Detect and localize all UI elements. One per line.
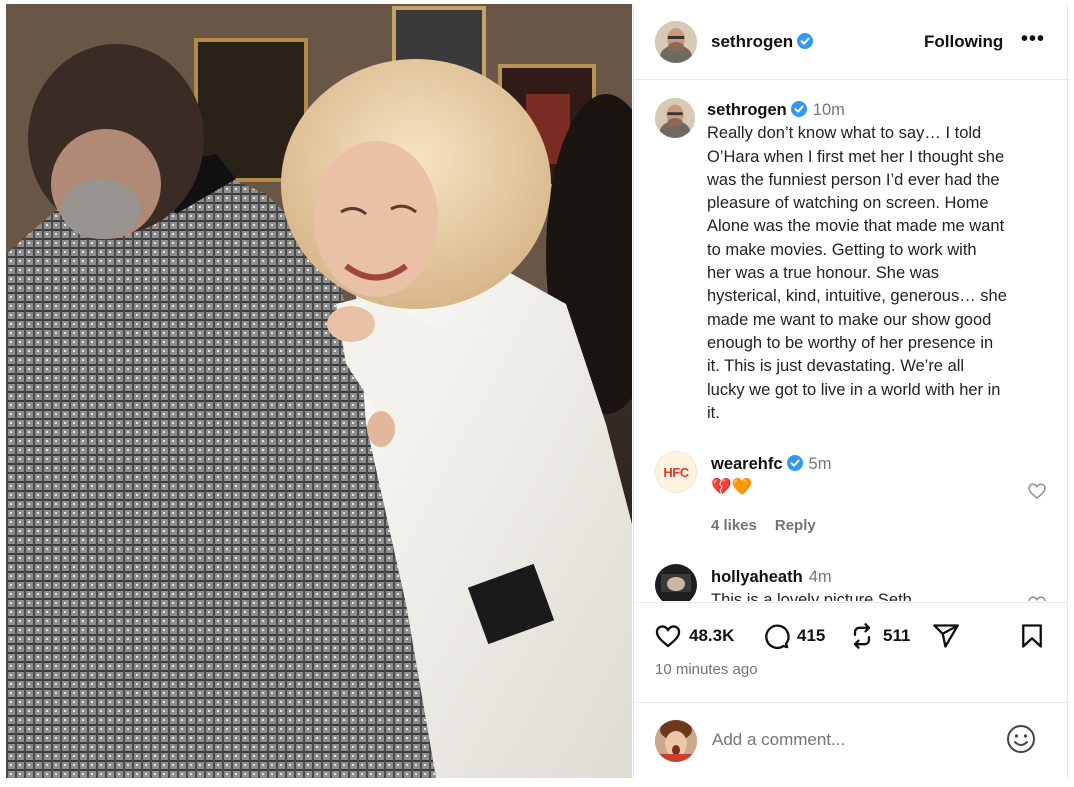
caption-time[interactable]: 10m: [813, 101, 845, 119]
comment-text: This is a lovely picture Seth: [711, 591, 912, 601]
more-icon[interactable]: •••: [1021, 28, 1045, 51]
add-comment-input[interactable]: [712, 730, 982, 750]
current-user-avatar: [655, 720, 697, 762]
post-caption: sethrogen 10m Really don’t know what to s…: [707, 99, 1052, 425]
share-button[interactable]: [932, 621, 967, 651]
comments-scroll-area[interactable]: sethrogen 10m Really don’t know what to s…: [634, 81, 1069, 601]
caption-author-avatar[interactable]: [655, 98, 695, 138]
like-button[interactable]: 48.3K: [654, 621, 734, 651]
commenter-username[interactable]: wearehfc: [711, 455, 783, 473]
commenter-avatar[interactable]: [655, 564, 697, 601]
emoji-icon[interactable]: [1005, 723, 1037, 755]
verified-badge-icon: [797, 33, 814, 49]
author-username[interactable]: sethrogen: [711, 32, 814, 52]
comment-likes-count[interactable]: 4 likes: [711, 517, 757, 534]
save-button[interactable]: [1018, 621, 1053, 651]
comment-time[interactable]: 5m: [809, 455, 832, 473]
verified-badge-icon: [786, 455, 803, 471]
commenter-username[interactable]: hollyaheath: [711, 568, 803, 586]
comment-like-heart-icon[interactable]: [1027, 481, 1047, 501]
post-header: sethrogen Following •••: [634, 4, 1069, 80]
comment-header: wearehfc 5m: [711, 455, 831, 474]
verified-badge-icon: [790, 101, 807, 117]
caption-text: Really don’t know what to say… I told O’…: [707, 124, 1007, 422]
comment-count: 415: [797, 626, 826, 645]
repost-button[interactable]: 511: [848, 621, 910, 651]
reply-button[interactable]: Reply: [775, 517, 816, 534]
comment-meta: 4 likes Reply: [711, 517, 834, 534]
post-photo[interactable]: [6, 4, 632, 778]
comment-icon: [765, 624, 790, 649]
bookmark-icon: [1022, 624, 1042, 648]
repost-icon: [853, 623, 871, 649]
heart-icon: [655, 625, 681, 648]
post-details-panel: sethrogen Following ••• sethrogen 10m Rea…: [633, 4, 1069, 778]
caption-username[interactable]: sethrogen: [707, 101, 787, 119]
repost-count: 511: [883, 626, 911, 645]
comment-like-heart-icon[interactable]: [1027, 594, 1047, 601]
add-comment-bar: [634, 702, 1069, 778]
post-photo-illustration: [6, 4, 632, 778]
comment-text: 💔🧡: [711, 478, 753, 496]
comment-button[interactable]: 415: [762, 621, 825, 651]
post-window: sethrogen Following ••• sethrogen 10m Rea…: [0, 0, 1074, 787]
comment-header: hollyaheath 4m: [711, 568, 832, 587]
comment-time[interactable]: 4m: [809, 568, 832, 586]
author-avatar[interactable]: [655, 21, 697, 63]
commenter-avatar[interactable]: HFC: [655, 451, 697, 493]
post-actions: 48.3K 415 511 10 minutes ago: [634, 602, 1069, 702]
share-icon: [933, 624, 959, 648]
post-timestamp[interactable]: 10 minutes ago: [655, 661, 758, 678]
like-count: 48.3K: [689, 626, 735, 645]
following-button[interactable]: Following: [924, 32, 1003, 52]
